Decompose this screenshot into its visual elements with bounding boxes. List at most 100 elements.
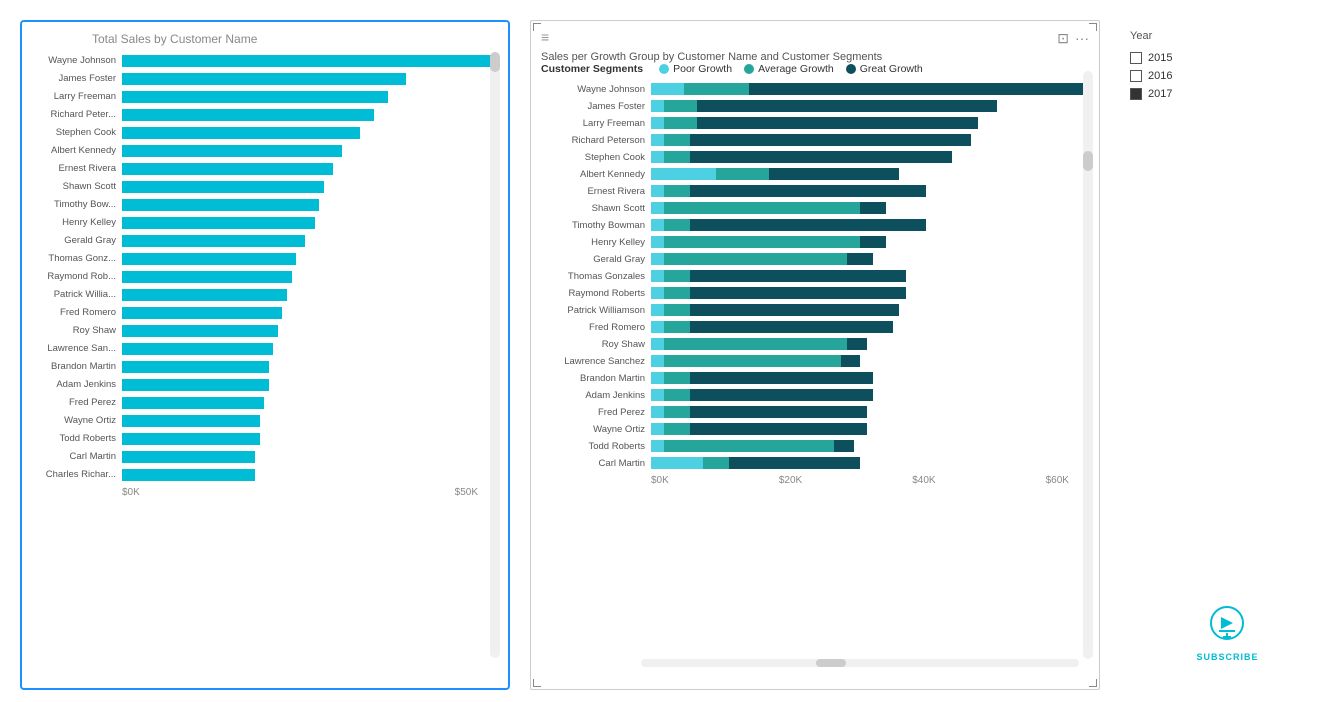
year-item-2017[interactable]: 2017 — [1130, 88, 1172, 100]
seg-poor — [651, 389, 664, 401]
seg-poor — [651, 321, 664, 333]
left-scrollbar-thumb[interactable] — [490, 52, 500, 72]
seg-avg — [664, 270, 690, 282]
right-bar-row: Raymond Roberts — [541, 285, 1089, 301]
seg-avg — [664, 287, 690, 299]
right-scrollbar[interactable] — [1083, 71, 1093, 659]
left-bar-fill — [122, 397, 264, 409]
left-bar-row: Fred Perez — [32, 394, 498, 411]
left-bar-fill — [122, 433, 260, 445]
seg-poor — [651, 168, 716, 180]
left-bar-track — [122, 73, 498, 85]
left-bar-row: Roy Shaw — [32, 322, 498, 339]
expand-icon[interactable]: ⊡ — [1057, 30, 1069, 47]
avg-growth-dot — [744, 64, 754, 74]
subscribe-label[interactable]: SUBSCRIBE — [1196, 652, 1258, 662]
right-bar-label: Patrick Williamson — [541, 305, 651, 316]
seg-poor — [651, 372, 664, 384]
right-bar-track — [651, 440, 1089, 452]
subscribe-area: SUBSCRIBE — [1196, 20, 1258, 682]
left-bar-label: Gerald Gray — [32, 235, 122, 246]
right-bar-label: Albert Kennedy — [541, 169, 651, 180]
year-legend-title: Year — [1130, 30, 1172, 42]
left-bar-fill — [122, 217, 315, 229]
seg-great — [749, 83, 1089, 95]
seg-poor — [651, 457, 703, 469]
right-bar-track — [651, 321, 1089, 333]
right-bar-track — [651, 270, 1089, 282]
right-bar-chart: Wayne JohnsonJames FosterLarry FreemanRi… — [541, 81, 1089, 471]
left-bar-fill — [122, 55, 498, 67]
seg-great — [690, 287, 906, 299]
seg-great — [690, 151, 951, 163]
subscribe-icon[interactable] — [1209, 605, 1245, 648]
seg-poor — [651, 100, 664, 112]
year-item-2016[interactable]: 2016 — [1130, 70, 1172, 82]
left-bar-label: Larry Freeman — [32, 91, 122, 102]
year-checkbox-2015[interactable] — [1130, 52, 1142, 64]
right-scrollbar-thumb[interactable] — [1083, 151, 1093, 171]
right-bar-label: Stephen Cook — [541, 152, 651, 163]
right-bar-row: Roy Shaw — [541, 336, 1089, 352]
right-bar-row: Timothy Bowman — [541, 217, 1089, 233]
right-bar-track — [651, 457, 1089, 469]
left-bar-track — [122, 307, 498, 319]
year-legend: Year 2015 2016 2017 — [1130, 30, 1172, 100]
right-bar-track — [651, 83, 1089, 95]
left-bar-label: Carl Martin — [32, 451, 122, 462]
seg-poor — [651, 287, 664, 299]
left-bar-chart: Wayne JohnsonJames FosterLarry FreemanRi… — [32, 52, 498, 483]
right-bar-row: Richard Peterson — [541, 132, 1089, 148]
right-bar-track — [651, 236, 1089, 248]
seg-great — [690, 304, 899, 316]
seg-avg — [664, 338, 847, 350]
left-bar-track — [122, 55, 498, 67]
right-bar-row: Lawrence Sanchez — [541, 353, 1089, 369]
year-checkbox-2017[interactable] — [1130, 88, 1142, 100]
year-label-2016: 2016 — [1148, 70, 1172, 82]
left-bar-row: James Foster — [32, 70, 498, 87]
more-icon[interactable]: ··· — [1075, 30, 1089, 47]
left-bar-label: Wayne Ortiz — [32, 415, 122, 426]
seg-avg — [664, 321, 690, 333]
right-x-axis: $0K $20K $40K $60K — [541, 475, 1089, 486]
left-bar-track — [122, 325, 498, 337]
left-bar-track — [122, 163, 498, 175]
left-bar-row: Patrick Willia... — [32, 286, 498, 303]
year-checkbox-2016[interactable] — [1130, 70, 1142, 82]
left-bar-row: Wayne Ortiz — [32, 412, 498, 429]
right-bar-label: Thomas Gonzales — [541, 271, 651, 282]
left-chart-panel: Total Sales by Customer Name Wayne Johns… — [20, 20, 510, 690]
legend-poor: Poor Growth — [659, 63, 732, 75]
bottom-scrollbar[interactable] — [641, 659, 1079, 667]
left-bar-fill — [122, 307, 282, 319]
right-bar-label: Gerald Gray — [541, 254, 651, 265]
left-bar-row: Richard Peter... — [32, 106, 498, 123]
right-bar-label: Raymond Roberts — [541, 288, 651, 299]
left-bar-track — [122, 289, 498, 301]
bottom-scrollbar-thumb[interactable] — [816, 659, 846, 667]
left-bar-label: Adam Jenkins — [32, 379, 122, 390]
left-bar-label: Roy Shaw — [32, 325, 122, 336]
great-growth-dot — [846, 64, 856, 74]
seg-great — [690, 219, 925, 231]
seg-poor — [651, 219, 664, 231]
year-label-2017: 2017 — [1148, 88, 1172, 100]
seg-avg — [664, 100, 697, 112]
year-item-2015[interactable]: 2015 — [1130, 52, 1172, 64]
left-bar-fill — [122, 145, 342, 157]
left-bar-row: Raymond Rob... — [32, 268, 498, 285]
left-bar-label: Richard Peter... — [32, 109, 122, 120]
left-bar-row: Carl Martin — [32, 448, 498, 465]
seg-avg — [664, 423, 690, 435]
left-bar-label: Albert Kennedy — [32, 145, 122, 156]
left-bar-label: Stephen Cook — [32, 127, 122, 138]
seg-poor — [651, 270, 664, 282]
right-bar-row: Wayne Ortiz — [541, 421, 1089, 437]
seg-poor — [651, 117, 664, 129]
left-bar-row: Todd Roberts — [32, 430, 498, 447]
seg-great — [690, 321, 893, 333]
left-bar-fill — [122, 91, 388, 103]
left-bar-label: Timothy Bow... — [32, 199, 122, 210]
left-scrollbar[interactable] — [490, 52, 500, 658]
